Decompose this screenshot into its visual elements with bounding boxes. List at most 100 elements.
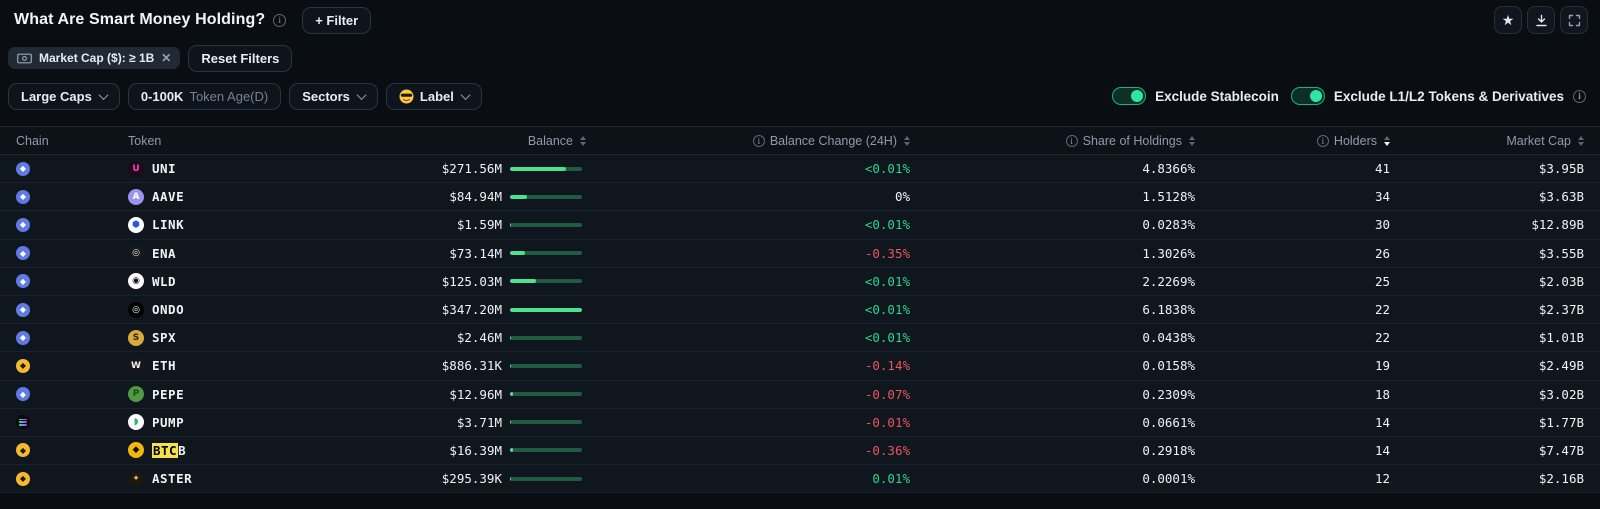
column-header-balance-change[interactable]: i Balance Change (24H) bbox=[586, 134, 910, 148]
column-header-share-of-holdings[interactable]: i Share of Holdings bbox=[910, 134, 1195, 148]
fullscreen-icon bbox=[1568, 14, 1581, 27]
column-header-chain: Chain bbox=[0, 134, 114, 148]
sort-icon[interactable] bbox=[1578, 136, 1584, 146]
token-symbol[interactable]: PEPE bbox=[152, 387, 184, 402]
share-of-holdings-value: 0.0001% bbox=[910, 471, 1195, 486]
holders-value: 26 bbox=[1195, 246, 1390, 261]
token-icon: A bbox=[128, 189, 144, 205]
ethereum-chain-icon: ◆ bbox=[16, 218, 30, 232]
balance-value: $84.94M bbox=[380, 189, 502, 204]
column-header-balance[interactable]: Balance bbox=[380, 134, 586, 148]
token-symbol[interactable]: AAVE bbox=[152, 189, 184, 204]
chevron-down-icon bbox=[460, 90, 470, 100]
token-cell[interactable]: S SPX bbox=[114, 330, 380, 346]
add-filter-button[interactable]: + Filter bbox=[302, 7, 371, 34]
table-row[interactable]: ◆ ◉ WLD $125.03M <0.01% 2.2269% 25 $2.03… bbox=[0, 268, 1600, 296]
balance-bar bbox=[510, 195, 582, 199]
table-row[interactable]: ◆ ◆ BTCB $16.39M -0.36% 0.2918% 14 $7.47… bbox=[0, 437, 1600, 465]
column-header-holders[interactable]: i Holders bbox=[1195, 134, 1390, 148]
token-symbol[interactable]: BTCB bbox=[152, 443, 186, 458]
info-icon[interactable]: i bbox=[753, 135, 765, 147]
favorite-button[interactable]: ★ bbox=[1494, 6, 1522, 34]
token-symbol[interactable]: PUMP bbox=[152, 415, 184, 430]
ethereum-chain-icon: ◆ bbox=[16, 387, 30, 401]
title-info-icon[interactable]: i bbox=[273, 14, 286, 27]
balance-value: $295.39K bbox=[380, 471, 502, 486]
l1l2-info-icon[interactable]: i bbox=[1573, 90, 1586, 103]
token-cell[interactable]: ◎ ENA bbox=[114, 245, 380, 261]
balance-bar-fill bbox=[510, 251, 525, 255]
token-icon: ◎ bbox=[128, 302, 144, 318]
table-row[interactable]: ◗ PUMP $3.71M -0.01% 0.0661% 14 $1.77B bbox=[0, 409, 1600, 437]
balance-change-value: -0.14% bbox=[586, 358, 910, 373]
table-row[interactable]: ◆ A AAVE $84.94M 0% 1.5128% 34 $3.63B bbox=[0, 183, 1600, 211]
chevron-down-icon bbox=[356, 90, 366, 100]
balance-value: $2.46M bbox=[380, 330, 502, 345]
token-icon: ⬢ bbox=[128, 217, 144, 233]
balance-bar bbox=[510, 448, 582, 452]
share-of-holdings-value: 0.0158% bbox=[910, 358, 1195, 373]
exclude-l1l2-toggle[interactable] bbox=[1291, 87, 1325, 105]
share-of-holdings-value: 0.0283% bbox=[910, 217, 1195, 232]
token-cell[interactable]: P PEPE bbox=[114, 386, 380, 402]
filter-chip-label: Market Cap ($): ≥ 1B bbox=[39, 51, 154, 65]
balance-change-value: -0.36% bbox=[586, 443, 910, 458]
token-symbol[interactable]: UNI bbox=[152, 161, 176, 176]
table-row[interactable]: ◆ W ETH $886.31K -0.14% 0.0158% 19 $2.49… bbox=[0, 352, 1600, 380]
token-cell[interactable]: ⬢ LINK bbox=[114, 217, 380, 233]
table-row[interactable]: ◆ ◎ ONDO $347.20M <0.01% 6.1838% 22 $2.3… bbox=[0, 296, 1600, 324]
table-row[interactable]: ◆ ⬢ LINK $1.59M <0.01% 0.0283% 30 $12.89… bbox=[0, 211, 1600, 239]
reset-filters-button[interactable]: Reset Filters bbox=[188, 45, 292, 72]
token-symbol[interactable]: ETH bbox=[152, 358, 176, 373]
token-cell[interactable]: ✦ ASTER bbox=[114, 471, 380, 487]
token-icon: ◆ bbox=[128, 442, 144, 458]
info-icon[interactable]: i bbox=[1066, 135, 1078, 147]
balance-change-value: 0.01% bbox=[586, 471, 910, 486]
token-cell[interactable]: ◎ ONDO bbox=[114, 302, 380, 318]
token-cell[interactable]: ◉ WLD bbox=[114, 273, 380, 289]
share-of-holdings-value: 0.0661% bbox=[910, 415, 1195, 430]
balance-bar bbox=[510, 251, 582, 255]
token-symbol[interactable]: ONDO bbox=[152, 302, 184, 317]
table-row[interactable]: ◆ P PEPE $12.96M -0.07% 0.2309% 18 $3.02… bbox=[0, 381, 1600, 409]
holders-value: 30 bbox=[1195, 217, 1390, 232]
market-cap-value: $3.02B bbox=[1390, 387, 1584, 402]
market-cap-filter-chip[interactable]: Market Cap ($): ≥ 1B ✕ bbox=[8, 47, 180, 69]
table-row[interactable]: ◆ U UNI $271.56M <0.01% 4.8366% 41 $3.95… bbox=[0, 155, 1600, 183]
market-cap-value: $2.16B bbox=[1390, 471, 1584, 486]
holders-value: 19 bbox=[1195, 358, 1390, 373]
sunglasses-emoji-icon bbox=[399, 89, 414, 104]
ethereum-chain-icon: ◆ bbox=[16, 190, 30, 204]
exclude-stablecoin-toggle[interactable] bbox=[1112, 87, 1146, 105]
balance-bar bbox=[510, 308, 582, 312]
market-cap-value: $2.37B bbox=[1390, 302, 1584, 317]
token-age-input[interactable]: 0-100K Token Age(D) bbox=[128, 83, 281, 110]
token-symbol[interactable]: WLD bbox=[152, 274, 176, 289]
token-cell[interactable]: A AAVE bbox=[114, 189, 380, 205]
token-cell[interactable]: ◆ BTCB bbox=[114, 442, 380, 458]
market-cap-size-dropdown[interactable]: Large Caps bbox=[8, 83, 120, 110]
download-button[interactable] bbox=[1527, 6, 1555, 34]
token-symbol[interactable]: ENA bbox=[152, 246, 176, 261]
token-cell[interactable]: U UNI bbox=[114, 161, 380, 177]
remove-filter-icon[interactable]: ✕ bbox=[161, 52, 171, 64]
balance-change-value: <0.01% bbox=[586, 274, 910, 289]
table-row[interactable]: ◆ S SPX $2.46M <0.01% 0.0438% 22 $1.01B bbox=[0, 324, 1600, 352]
info-icon[interactable]: i bbox=[1317, 135, 1329, 147]
label-dropdown[interactable]: Label bbox=[386, 83, 482, 110]
token-symbol[interactable]: SPX bbox=[152, 330, 176, 345]
token-symbol[interactable]: LINK bbox=[152, 217, 184, 232]
token-cell[interactable]: W ETH bbox=[114, 358, 380, 374]
ethereum-chain-icon: ◆ bbox=[16, 274, 30, 288]
share-of-holdings-value: 6.1838% bbox=[910, 302, 1195, 317]
table-row[interactable]: ◆ ✦ ASTER $295.39K 0.01% 0.0001% 12 $2.1… bbox=[0, 465, 1600, 493]
token-symbol[interactable]: ASTER bbox=[152, 471, 192, 486]
table-row[interactable]: ◆ ◎ ENA $73.14M -0.35% 1.3026% 26 $3.55B bbox=[0, 240, 1600, 268]
column-header-market-cap[interactable]: Market Cap bbox=[1390, 134, 1584, 148]
balance-change-value: -0.07% bbox=[586, 387, 910, 402]
control-row: Large Caps 0-100K Token Age(D) Sectors L… bbox=[0, 80, 1600, 112]
balance-change-value: <0.01% bbox=[586, 161, 910, 176]
sectors-dropdown[interactable]: Sectors bbox=[289, 83, 378, 110]
token-cell[interactable]: ◗ PUMP bbox=[114, 414, 380, 430]
fullscreen-button[interactable] bbox=[1560, 6, 1588, 34]
